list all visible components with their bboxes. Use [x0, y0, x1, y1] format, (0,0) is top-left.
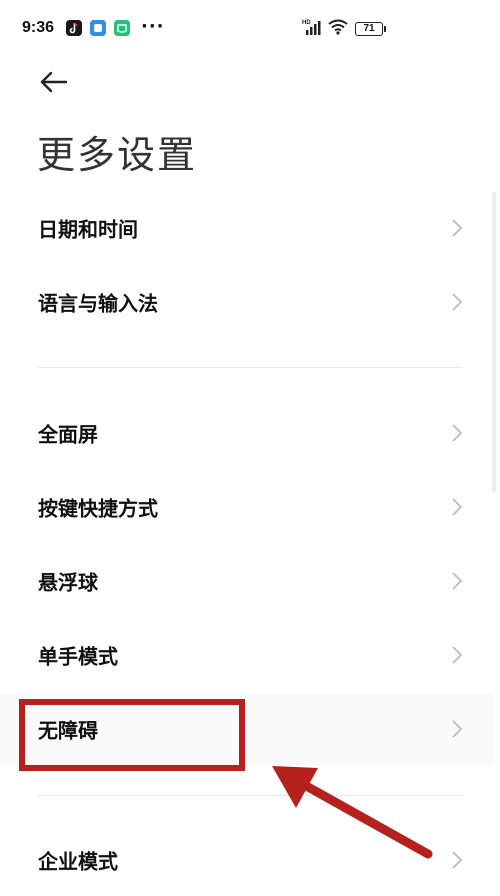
list-item-floating-ball[interactable]: 悬浮球	[0, 545, 494, 617]
list-item-button-shortcuts[interactable]: 按键快捷方式	[0, 471, 494, 543]
list-item-label: 全面屏	[38, 422, 98, 447]
network-label: HD	[302, 20, 311, 26]
chevron-right-icon	[452, 424, 463, 442]
status-bar: 9:36 ··· HD 71	[0, 0, 500, 60]
wifi-icon	[328, 19, 348, 35]
chevron-right-icon	[452, 851, 463, 869]
signal-icon: HD	[302, 20, 321, 35]
list-item-label: 语言与输入法	[38, 291, 158, 316]
chevron-right-icon	[452, 646, 463, 664]
tiktok-icon	[66, 20, 82, 36]
section-divider	[38, 367, 462, 368]
chevron-right-icon	[452, 498, 463, 516]
more-notifications-icon: ···	[141, 16, 165, 37]
chevron-right-icon	[452, 720, 463, 738]
list-item-one-handed-mode[interactable]: 单手模式	[0, 619, 494, 691]
back-arrow-icon	[40, 71, 68, 93]
green-app-icon	[114, 20, 130, 36]
list-item-date-time[interactable]: 日期和时间	[0, 192, 494, 264]
battery-tip	[384, 26, 386, 32]
chevron-right-icon	[452, 293, 463, 311]
list-item-label: 单手模式	[38, 644, 118, 669]
list-item-language-input[interactable]: 语言与输入法	[0, 266, 494, 338]
page-title: 更多设置	[37, 133, 198, 177]
list-item-label: 日期和时间	[38, 217, 138, 242]
status-time: 9:36	[22, 19, 55, 36]
battery-icon: 71	[355, 22, 383, 36]
chevron-right-icon	[452, 219, 463, 237]
blue-app-icon	[90, 20, 106, 36]
annotation-arrow-icon	[272, 766, 433, 859]
list-item-label: 企业模式	[38, 849, 118, 874]
annotation-highlight-box	[19, 699, 245, 771]
list-item-full-screen[interactable]: 全面屏	[0, 397, 494, 469]
back-button[interactable]	[34, 62, 74, 102]
list-item-label: 按键快捷方式	[38, 496, 158, 521]
chevron-right-icon	[452, 572, 463, 590]
list-item-label: 悬浮球	[38, 570, 98, 595]
